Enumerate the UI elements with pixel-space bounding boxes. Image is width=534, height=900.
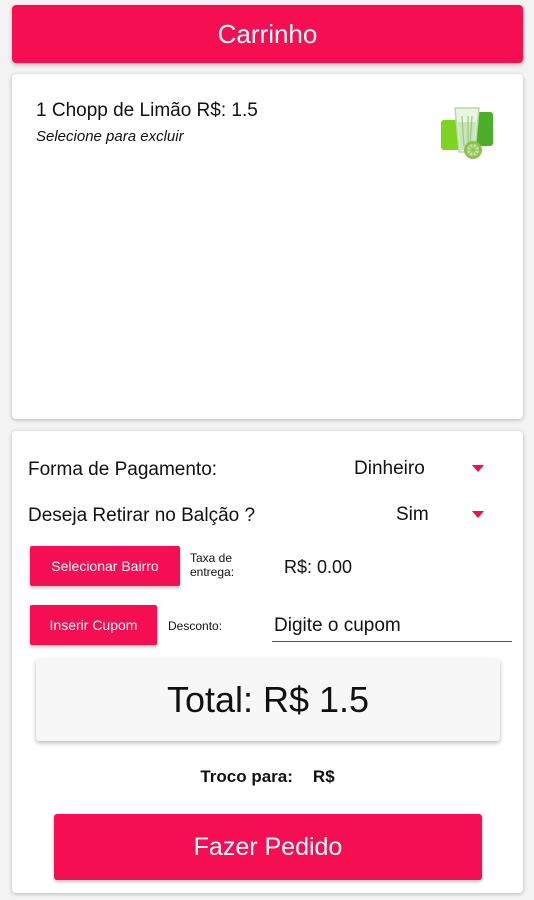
change-value[interactable]: R$ xyxy=(313,767,335,787)
cart-item-title: 1 Chopp de Limão R$: 1.5 xyxy=(36,100,258,121)
order-form: Forma de Pagamento: Dinheiro Deseja Reti… xyxy=(12,431,523,893)
select-neighborhood-button[interactable]: Selecionar Bairro xyxy=(30,546,180,586)
pickup-label: Deseja Retirar no Balção ? xyxy=(28,505,256,526)
pickup-dropdown[interactable]: Sim xyxy=(396,498,484,532)
page-title: Carrinho xyxy=(217,18,318,49)
cart-item-hint: Selecione para excluir xyxy=(36,128,184,145)
dropdown-arrow-icon xyxy=(472,511,484,518)
change-row: Troco para: R$ xyxy=(12,767,523,787)
delivery-fee-label: Taxa de entrega: xyxy=(190,551,235,579)
payment-method-dropdown[interactable]: Dinheiro xyxy=(354,452,484,486)
lime-chopp-drink-icon xyxy=(441,107,493,159)
cart-list: 1 Chopp de Limão R$: 1.5 Selecione para … xyxy=(12,74,523,419)
cart-item[interactable]: 1 Chopp de Limão R$: 1.5 Selecione para … xyxy=(36,100,499,170)
delivery-fee-value: R$: 0.00 xyxy=(284,557,353,577)
payment-method-value: Dinheiro xyxy=(354,458,425,479)
order-total: Total: R$ 1.5 xyxy=(36,659,500,741)
discount-label: Desconto: xyxy=(168,619,223,633)
payment-method-label: Forma de Pagamento: xyxy=(28,459,218,480)
pickup-value: Sim xyxy=(396,504,429,525)
coupon-input[interactable] xyxy=(272,611,512,642)
change-label: Troco para: xyxy=(200,767,293,786)
insert-coupon-button[interactable]: Inserir Cupom xyxy=(30,605,157,645)
app-header: Carrinho xyxy=(12,5,523,63)
dropdown-arrow-icon xyxy=(472,465,484,472)
place-order-button[interactable]: Fazer Pedido xyxy=(54,814,482,880)
